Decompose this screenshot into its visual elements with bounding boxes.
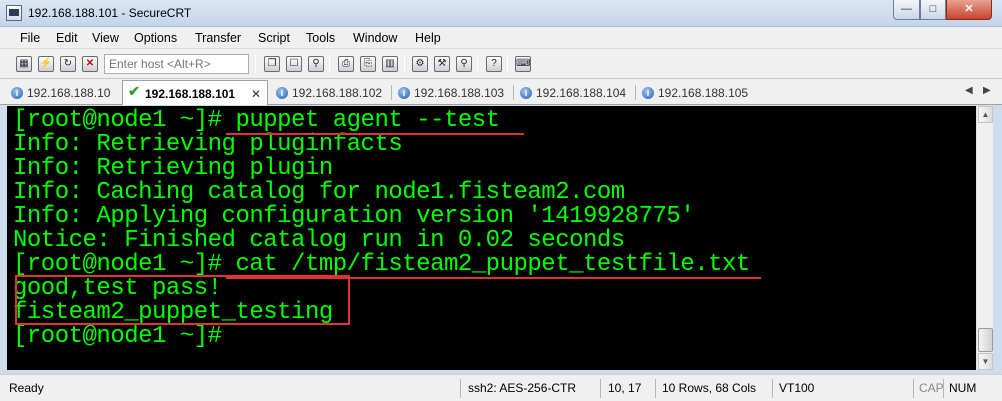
tab-label: 192.168.188.103 [414, 86, 505, 100]
toolbar-divider [477, 55, 478, 73]
copy-icon[interactable]: ❐ [264, 56, 280, 72]
scroll-up-icon[interactable]: ▲ [978, 106, 993, 123]
terminal-line: [root@node1 ~]# cat /tmp/fisteam2_puppet… [13, 251, 750, 278]
scroll-down-icon[interactable]: ▼ [978, 353, 993, 370]
menu-help[interactable]: Help [415, 31, 441, 45]
toolbar-divider [329, 55, 330, 73]
status-divider [913, 379, 914, 398]
tab-192-168-188-10[interactable]: i 192.168.188.10 [5, 82, 121, 104]
session-options-icon[interactable]: ⚙ [412, 56, 428, 72]
find-icon[interactable]: ⚲ [308, 56, 324, 72]
status-divider [600, 379, 601, 398]
cipher-status: ssh2: AES-256-CTR [468, 381, 577, 395]
status-bar: Ready ssh2: AES-256-CTR 10, 17 10 Rows, … [0, 374, 1002, 401]
tab-192-168-188-104[interactable]: i 192.168.188.104 [514, 82, 634, 104]
menu-bar: File Edit View Options Transfer Script T… [0, 27, 1002, 49]
terminal-size: 10 Rows, 68 Cols [662, 381, 757, 395]
menu-window[interactable]: Window [353, 31, 397, 45]
info-icon: i [276, 87, 288, 99]
tab-label: 192.168.188.105 [658, 86, 749, 100]
maximize-button[interactable]: □ [920, 0, 946, 20]
terminal-line: Info: Retrieving plugin [13, 155, 333, 182]
menu-tools[interactable]: Tools [306, 31, 335, 45]
terminal-line: Info: Applying configuration version '14… [13, 203, 695, 230]
menu-transfer[interactable]: Transfer [195, 31, 241, 45]
keymap-icon[interactable]: ⚲ [456, 56, 472, 72]
enter-host-input[interactable] [104, 54, 249, 74]
info-icon: i [398, 87, 410, 99]
terminal-line: Info: Caching catalog for node1.fisteam2… [13, 179, 625, 206]
scrollbar-thumb[interactable] [978, 328, 993, 352]
securecrt-app-icon[interactable] [6, 5, 22, 21]
connect-icon[interactable]: ▦ [16, 56, 32, 72]
tab-192-168-188-103[interactable]: i 192.168.188.103 [392, 82, 512, 104]
tab-scroll-right-icon[interactable]: ▶ [983, 85, 991, 96]
terminal-line: Notice: Finished catalog run in 0.02 sec… [13, 227, 625, 254]
status-divider [460, 379, 461, 398]
info-icon: i [642, 87, 654, 99]
global-options-icon[interactable]: ⚒ [434, 56, 450, 72]
print-icon[interactable]: ⎙ [338, 56, 354, 72]
terminal-line: [root@node1 ~]# [13, 323, 222, 350]
help-icon[interactable]: ? [486, 56, 502, 72]
keyboard-icon[interactable]: ⌨ [515, 56, 531, 72]
title-bar: 192.168.188.101 - SecureCRT — □ ✕ [0, 0, 1002, 27]
status-divider [943, 379, 944, 398]
terminal-line: [root@node1 ~]# puppet agent --test [13, 107, 500, 134]
tab-label: 192.168.188.101 [145, 87, 236, 101]
paste-icon[interactable]: ☐ [286, 56, 302, 72]
status-divider [655, 379, 656, 398]
menu-script[interactable]: Script [258, 31, 290, 45]
emulation-status: VT100 [779, 381, 815, 395]
print-setup-icon[interactable]: ⎘ [360, 56, 376, 72]
command-underline-annotation [226, 133, 524, 135]
menu-file[interactable]: File [20, 31, 40, 45]
toolbar-divider [255, 55, 256, 73]
toolbar: ▦ ⚡ ↻ ✕ ❐ ☐ ⚲ ⎙ ⎘ ▥ ⚙ ⚒ ⚲ ? ⌨ [0, 49, 1002, 79]
info-icon: i [11, 87, 23, 99]
cursor-position: 10, 17 [608, 381, 642, 395]
menu-edit[interactable]: Edit [56, 31, 78, 45]
terminal-line: Info: Retrieving pluginfacts [13, 131, 403, 158]
tab-label: 192.168.188.104 [536, 86, 627, 100]
tab-label: 192.168.188.10 [27, 86, 111, 100]
disconnect-icon[interactable]: ✕ [82, 56, 98, 72]
printer-selection-icon[interactable]: ▥ [382, 56, 398, 72]
status-divider [772, 379, 773, 398]
output-highlight-box [15, 275, 350, 325]
menu-view[interactable]: View [92, 31, 119, 45]
menu-options[interactable]: Options [134, 31, 177, 45]
terminal-screen[interactable]: [root@node1 ~]# puppet agent --test Info… [7, 106, 976, 370]
toolbar-divider [507, 55, 508, 73]
window-title: 192.168.188.101 - SecureCRT [28, 6, 192, 20]
status-text: Ready [9, 381, 44, 395]
tab-192-168-188-101[interactable]: ✔ 192.168.188.101 ✕ [122, 80, 268, 105]
tab-label: 192.168.188.102 [292, 86, 383, 100]
terminal-scrollbar[interactable]: ▲ ▼ [976, 106, 993, 370]
checkmark-icon: ✔ [128, 83, 140, 99]
reconnect-icon[interactable]: ↻ [60, 56, 76, 72]
info-icon: i [520, 87, 532, 99]
tab-192-168-188-105[interactable]: i 192.168.188.105 [636, 82, 756, 104]
tab-192-168-188-102[interactable]: i 192.168.188.102 [270, 82, 390, 104]
num-lock-indicator: NUM [949, 381, 977, 395]
toolbar-divider [404, 55, 405, 73]
close-tab-icon[interactable]: ✕ [251, 87, 261, 101]
minimize-button[interactable]: — [893, 0, 920, 20]
close-window-button[interactable]: ✕ [946, 0, 992, 20]
session-tab-bar: i 192.168.188.10 ✔ 192.168.188.101 ✕ i 1… [0, 79, 1002, 105]
quick-connect-icon[interactable]: ⚡ [38, 56, 54, 72]
tab-scroll-left-icon[interactable]: ◀ [965, 85, 973, 96]
